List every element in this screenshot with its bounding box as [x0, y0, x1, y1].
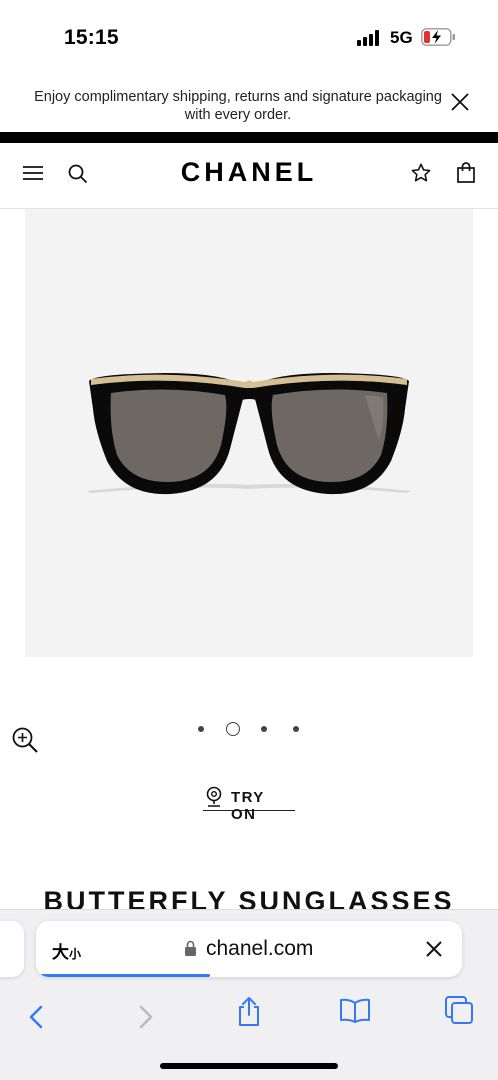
try-on-label: TRY ON [231, 789, 265, 823]
tabs-icon[interactable] [444, 995, 474, 1025]
page-load-progress [40, 974, 211, 977]
star-icon[interactable] [410, 162, 432, 184]
battery-charging-icon [421, 28, 455, 46]
back-icon[interactable] [26, 1004, 48, 1030]
carousel-dots [196, 722, 306, 738]
clear-icon[interactable] [424, 939, 444, 959]
carousel-dot-active[interactable] [226, 722, 240, 736]
previous-tab-card[interactable] [0, 921, 24, 977]
network-type: 5G [390, 28, 413, 47]
text-size-small: 小 [69, 947, 82, 961]
signal-strength-icon [357, 30, 383, 46]
lock-icon [185, 940, 196, 956]
carousel-dot[interactable] [261, 726, 267, 732]
status-bar: 15:15 5G [0, 0, 498, 74]
browser-bottom-bar: 大小 chanel.com [0, 909, 498, 1080]
shopping-bag-icon[interactable] [456, 162, 476, 184]
promo-banner: Enjoy complimentary shipping, returns an… [0, 74, 498, 132]
address-bar[interactable]: 大小 chanel.com [36, 921, 462, 977]
text-size-button[interactable]: 大小 [52, 938, 81, 963]
try-on-button[interactable]: TRY ON [203, 786, 295, 823]
promo-message: Enjoy complimentary shipping, returns an… [34, 89, 442, 123]
bookmarks-icon[interactable] [339, 998, 371, 1024]
status-time: 15:15 [64, 26, 119, 49]
header-top-rule [0, 132, 498, 143]
sunglasses-image [87, 373, 411, 495]
location-pin-icon [206, 786, 222, 807]
text-size-large: 大 [52, 943, 69, 962]
close-icon[interactable] [448, 90, 472, 114]
carousel-dot[interactable] [293, 726, 299, 732]
carousel-dot[interactable] [198, 726, 204, 732]
url-text[interactable]: chanel.com [206, 937, 313, 961]
product-image[interactable] [25, 209, 473, 657]
zoom-in-icon[interactable] [11, 726, 39, 754]
home-indicator [160, 1063, 338, 1069]
site-header: CHANEL [0, 143, 498, 209]
share-icon[interactable] [236, 996, 262, 1028]
forward-icon[interactable] [134, 1004, 156, 1030]
